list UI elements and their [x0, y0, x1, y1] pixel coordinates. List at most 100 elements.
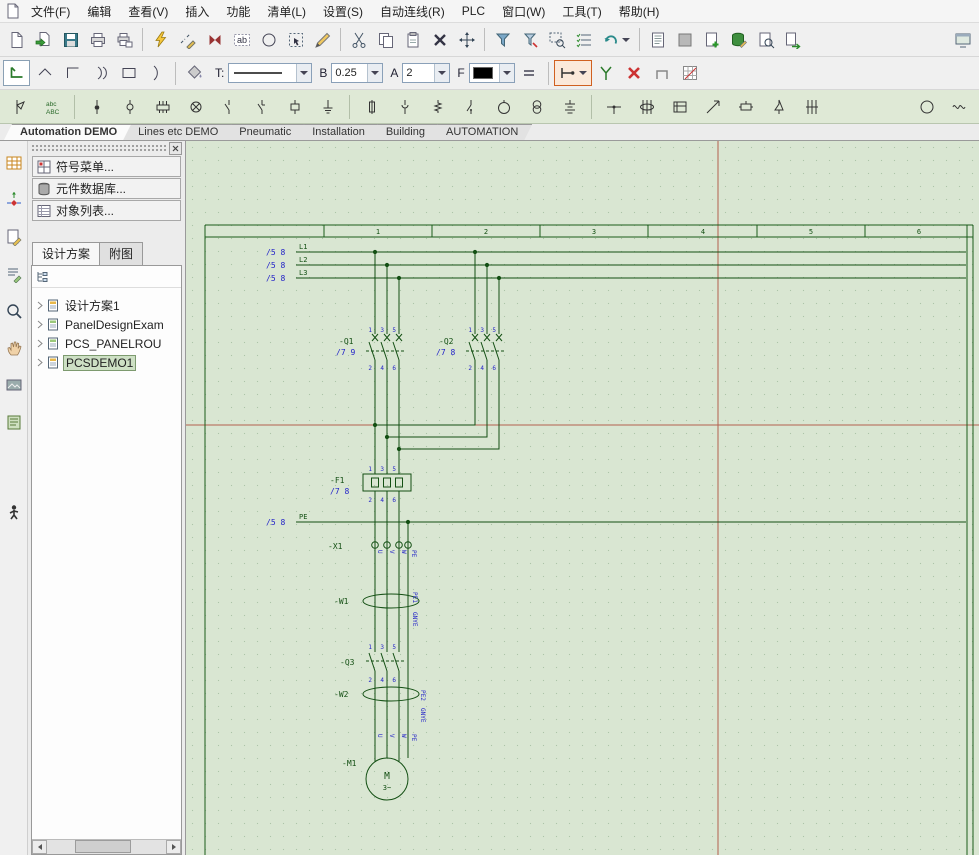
scroll-right-button[interactable] [166, 840, 181, 854]
polyline-tool-button[interactable] [31, 60, 58, 86]
scrollbar-track[interactable] [47, 840, 166, 854]
line-width-combo[interactable]: 0.25 [331, 63, 383, 83]
page-tab-installation[interactable]: Installation [296, 124, 379, 140]
text-tool-button[interactable]: ab [228, 27, 255, 53]
bracket-button[interactable] [649, 60, 676, 86]
filter-button[interactable] [516, 27, 543, 53]
device-q1-breaker[interactable]: -Q1 /7 9 1 3 5 2 4 6 [336, 327, 402, 372]
line-draw-button[interactable] [174, 27, 201, 53]
parallel-lines-button[interactable] [516, 60, 543, 86]
line-width-caret[interactable] [367, 64, 382, 82]
line-type-combo[interactable] [228, 63, 312, 83]
figure-button[interactable] [2, 500, 26, 524]
pan-button[interactable] [2, 336, 26, 360]
three-phase-symbol-button[interactable] [798, 93, 825, 120]
doc-lines-button[interactable] [644, 27, 671, 53]
list-edit-button[interactable] [2, 262, 26, 286]
battery-symbol-button[interactable] [556, 93, 583, 120]
add-page-button[interactable] [698, 27, 725, 53]
wave-symbol-button[interactable] [946, 93, 973, 120]
tree-item-paneldesignexample[interactable]: PanelDesignExam [32, 315, 181, 334]
window-button[interactable] [949, 27, 976, 53]
fuse-symbol-button[interactable] [358, 93, 385, 120]
menu-tools[interactable]: 工具(T) [554, 0, 609, 23]
symbols-button[interactable] [201, 27, 228, 53]
area-tool-button[interactable] [282, 27, 309, 53]
page-tab-pneumatic[interactable]: Pneumatic [223, 124, 305, 140]
menu-insert[interactable]: 插入 [177, 0, 217, 23]
delete-button[interactable] [426, 27, 453, 53]
earth-symbol-button[interactable] [314, 93, 341, 120]
lamp-symbol-button[interactable] [182, 93, 209, 120]
menu-window[interactable]: 窗口(W) [494, 0, 553, 23]
panel-close-button[interactable] [169, 142, 182, 155]
database-edit-button[interactable] [725, 27, 752, 53]
page-tab-lines-etc-demo[interactable]: Lines etc DEMO [122, 124, 232, 140]
circle-tool-button[interactable] [255, 27, 282, 53]
contact-no-symbol-button[interactable] [215, 93, 242, 120]
page-edit-button[interactable] [2, 225, 26, 249]
cursor-symbol-button[interactable] [6, 93, 33, 120]
notes-button[interactable] [2, 410, 26, 434]
terminal-strip-symbol-button[interactable] [149, 93, 176, 120]
plc-symbol-button[interactable] [666, 93, 693, 120]
menu-lists[interactable]: 清单(L) [259, 0, 314, 23]
paste-button[interactable] [399, 27, 426, 53]
wires[interactable] [296, 252, 966, 762]
tree-item-pcsdemo1[interactable]: PCSDEMO1 [32, 353, 181, 372]
cable-symbol-button[interactable] [633, 93, 660, 120]
menu-edit[interactable]: 编辑 [79, 0, 119, 23]
motor-symbol-button[interactable] [490, 93, 517, 120]
copy-button[interactable] [372, 27, 399, 53]
switch-symbol-button[interactable] [457, 93, 484, 120]
diode-symbol-button[interactable] [765, 93, 792, 120]
undo-dropdown-caret[interactable] [622, 38, 630, 42]
menu-settings[interactable]: 设置(S) [315, 0, 371, 23]
tree-item-pcs-panelrouting[interactable]: PCS_PANELROU [32, 334, 181, 353]
junction-dot-symbol-button[interactable] [83, 93, 110, 120]
object-list-button[interactable]: 对象列表... [32, 200, 181, 221]
corner-tool-button[interactable] [59, 60, 86, 86]
device-q2-breaker[interactable]: -Q2 /7 8 1 3 5 2 4 6 [436, 327, 502, 372]
schematic-drawing[interactable]: 1 2 3 4 5 6 [186, 141, 979, 855]
delete-connection-button[interactable] [621, 60, 648, 86]
pen-tool-button[interactable] [309, 27, 336, 53]
relay-symbol-button[interactable] [732, 93, 759, 120]
symbol-menu-button[interactable]: 符号菜单... [32, 156, 181, 177]
scroll-left-button[interactable] [32, 840, 47, 854]
parallel-tool-button[interactable] [87, 60, 114, 86]
menu-autorouting[interactable]: 自动连线(R) [372, 0, 453, 23]
page-search-button[interactable] [752, 27, 779, 53]
color-combo[interactable] [469, 63, 515, 83]
line-tool-button[interactable] [3, 60, 30, 86]
fill-button[interactable] [181, 60, 208, 86]
snap-grid-button[interactable] [677, 60, 704, 86]
menu-functions[interactable]: 功能 [218, 0, 258, 23]
symbol-navigator-button[interactable] [2, 188, 26, 212]
tab-attachments[interactable]: 附图 [99, 242, 143, 265]
cut-button[interactable] [345, 27, 372, 53]
circle-symbol-button[interactable] [913, 93, 940, 120]
open-button[interactable] [30, 27, 57, 53]
device-m1-motor[interactable]: -M1 M 3~ [342, 758, 408, 800]
text-size-combo[interactable]: 2 [402, 63, 450, 83]
line-type-caret[interactable] [296, 64, 311, 82]
zoom-button[interactable] [2, 299, 26, 323]
plug-symbol-button[interactable] [391, 93, 418, 120]
transformer-symbol-button[interactable] [523, 93, 550, 120]
panel-horizontal-scrollbar[interactable] [32, 839, 181, 854]
page-tab-building[interactable]: Building [370, 124, 439, 140]
page-tab-automation[interactable]: AUTOMATION [430, 124, 532, 140]
pin-dropdown-caret[interactable] [579, 71, 587, 75]
checklist-button[interactable] [570, 27, 597, 53]
branch-button[interactable] [593, 60, 620, 86]
menu-file[interactable]: 文件(F) [23, 0, 78, 23]
component-database-button[interactable]: 元件数据库... [32, 178, 181, 199]
device-w2-cable[interactable]: -W2 PE2 GNYE [334, 687, 426, 723]
resistor-symbol-button[interactable] [424, 93, 451, 120]
panel-drag-handle[interactable] [28, 141, 185, 155]
junction-t-symbol-button[interactable] [600, 93, 627, 120]
text-abc-symbol-button[interactable]: abcABC [39, 93, 66, 120]
device-q3-switch[interactable]: -Q3 1 3 5 2 4 6 [340, 644, 399, 684]
page-tab-automation-demo[interactable]: Automation DEMO [4, 124, 131, 140]
